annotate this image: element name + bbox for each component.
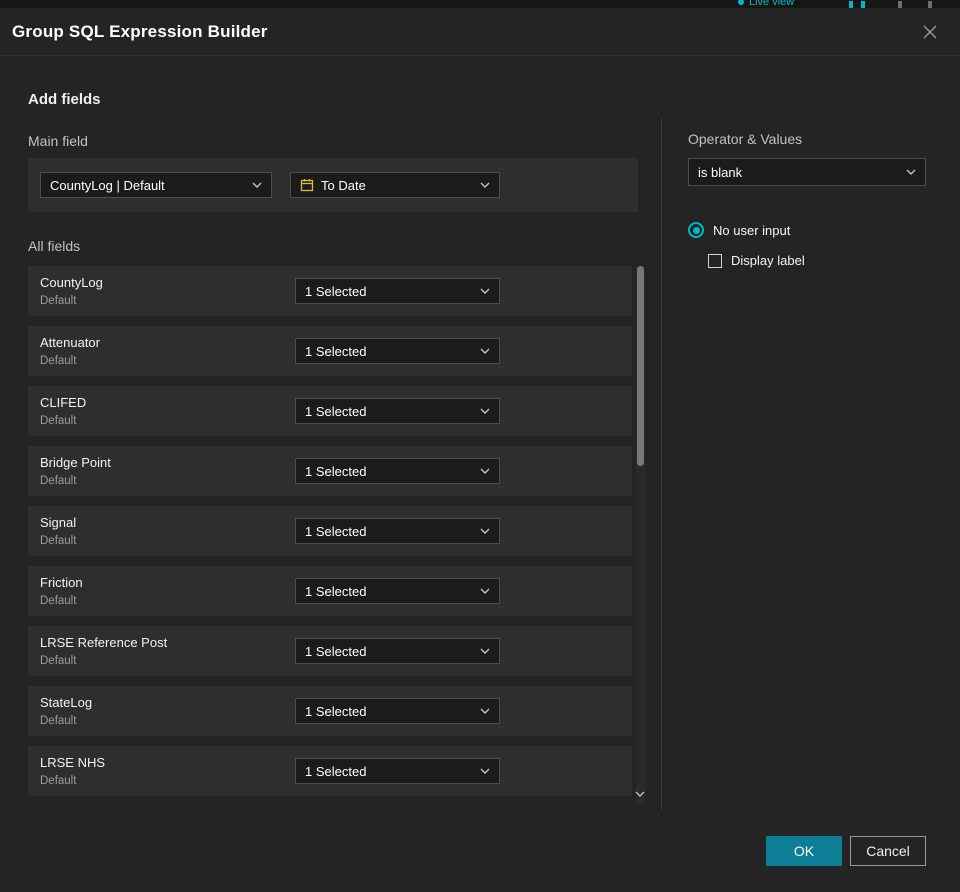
chevron-down-icon bbox=[480, 528, 490, 534]
toolbar-icon bbox=[861, 1, 865, 8]
live-view-label: Live view bbox=[749, 0, 795, 8]
selected-count-value: 1 Selected bbox=[305, 763, 367, 779]
operator-value: is blank bbox=[698, 164, 743, 180]
chevron-down-icon bbox=[480, 288, 490, 294]
field-subtitle: Default bbox=[40, 415, 77, 427]
field-subtitle: Default bbox=[40, 775, 77, 787]
selected-count-dropdown[interactable]: 1 Selected bbox=[295, 698, 500, 724]
selected-count-dropdown[interactable]: 1 Selected bbox=[295, 398, 500, 424]
field-subtitle: Default bbox=[40, 595, 77, 607]
toolbar-icon bbox=[898, 1, 902, 8]
cancel-button[interactable]: Cancel bbox=[850, 836, 926, 866]
field-row: Attenuator Default 1 Selected bbox=[28, 326, 632, 376]
field-row: CLIFED Default 1 Selected bbox=[28, 386, 632, 436]
chevron-down-icon bbox=[480, 468, 490, 474]
main-field-row: CountyLog | Default To Date bbox=[28, 158, 638, 212]
field-row: Bridge Point Default 1 Selected bbox=[28, 446, 632, 496]
field-row: Signal Default 1 Selected bbox=[28, 506, 632, 556]
field-name: CountyLog bbox=[40, 275, 103, 290]
selected-count-dropdown[interactable]: 1 Selected bbox=[295, 578, 500, 604]
toolbar-icon bbox=[849, 1, 853, 8]
field-name: Attenuator bbox=[40, 335, 100, 350]
main-field-date-value: To Date bbox=[321, 177, 366, 193]
field-row: LRSE Reference Post Default 1 Selected bbox=[28, 626, 632, 676]
live-view-indicator: Live view bbox=[738, 0, 794, 8]
main-field-label: Main field bbox=[28, 133, 88, 149]
selected-count-value: 1 Selected bbox=[305, 283, 367, 299]
selected-count-value: 1 Selected bbox=[305, 703, 367, 719]
group-sql-expression-builder-dialog: Group SQL Expression Builder Add fields … bbox=[0, 8, 960, 892]
chevron-down-icon bbox=[480, 182, 490, 188]
display-label-checkbox[interactable]: Display label bbox=[708, 253, 805, 268]
field-row: Friction Default 1 Selected bbox=[28, 566, 632, 616]
field-name: Bridge Point bbox=[40, 455, 111, 470]
selected-count-dropdown[interactable]: 1 Selected bbox=[295, 638, 500, 664]
field-name: StateLog bbox=[40, 695, 93, 710]
toolbar-icon bbox=[928, 1, 932, 8]
fields-list-scrollbar[interactable] bbox=[635, 266, 645, 806]
main-field-date-dropdown[interactable]: To Date bbox=[290, 172, 500, 198]
selected-count-value: 1 Selected bbox=[305, 403, 367, 419]
dialog-header: Group SQL Expression Builder bbox=[0, 8, 960, 56]
chevron-down-icon bbox=[480, 768, 490, 774]
field-subtitle: Default bbox=[40, 295, 77, 307]
chevron-down-icon bbox=[480, 648, 490, 654]
selected-count-dropdown[interactable]: 1 Selected bbox=[295, 758, 500, 784]
field-name: CLIFED bbox=[40, 395, 87, 410]
panel-divider bbox=[661, 118, 662, 810]
chevron-down-icon bbox=[252, 182, 262, 188]
calendar-icon bbox=[300, 178, 314, 192]
selected-count-dropdown[interactable]: 1 Selected bbox=[295, 278, 500, 304]
scrollbar-down-arrow-icon[interactable] bbox=[635, 784, 645, 802]
selected-count-value: 1 Selected bbox=[305, 643, 367, 659]
selected-count-value: 1 Selected bbox=[305, 523, 367, 539]
no-user-input-label: No user input bbox=[713, 222, 791, 238]
selected-count-value: 1 Selected bbox=[305, 343, 367, 359]
selected-count-dropdown[interactable]: 1 Selected bbox=[295, 458, 500, 484]
chevron-down-icon bbox=[480, 408, 490, 414]
chevron-down-icon bbox=[906, 169, 916, 175]
field-row: StateLog Default 1 Selected bbox=[28, 686, 632, 736]
dialog-title: Group SQL Expression Builder bbox=[12, 21, 268, 41]
add-fields-heading: Add fields bbox=[28, 91, 101, 108]
scrollbar-thumb[interactable] bbox=[637, 266, 644, 466]
field-name: LRSE NHS bbox=[40, 755, 106, 770]
chevron-down-icon bbox=[480, 708, 490, 714]
display-label-label: Display label bbox=[731, 253, 805, 268]
main-field-source-value: CountyLog | Default bbox=[50, 177, 165, 193]
ok-button[interactable]: OK bbox=[766, 836, 842, 866]
main-field-source-dropdown[interactable]: CountyLog | Default bbox=[40, 172, 272, 198]
selected-count-dropdown[interactable]: 1 Selected bbox=[295, 518, 500, 544]
operator-dropdown[interactable]: is blank bbox=[688, 158, 926, 186]
checkbox-unchecked-icon bbox=[708, 253, 722, 268]
no-user-input-radio[interactable]: No user input bbox=[688, 222, 790, 238]
radio-selected-icon bbox=[688, 222, 704, 238]
operator-values-label: Operator & Values bbox=[688, 131, 803, 147]
field-name: Friction bbox=[40, 575, 83, 590]
field-name: LRSE Reference Post bbox=[40, 635, 168, 650]
field-row: CountyLog Default 1 Selected bbox=[28, 266, 632, 316]
chevron-down-icon bbox=[480, 348, 490, 354]
field-subtitle: Default bbox=[40, 655, 77, 667]
field-subtitle: Default bbox=[40, 535, 77, 547]
app-toolbar-strip: Live view bbox=[0, 0, 960, 8]
selected-count-value: 1 Selected bbox=[305, 463, 367, 479]
field-row: LRSE NHS Default 1 Selected bbox=[28, 746, 632, 796]
field-name: Signal bbox=[40, 515, 77, 530]
all-fields-label: All fields bbox=[28, 238, 81, 254]
field-subtitle: Default bbox=[40, 355, 77, 367]
selected-count-dropdown[interactable]: 1 Selected bbox=[295, 338, 500, 364]
live-view-dot-icon bbox=[738, 0, 744, 5]
field-subtitle: Default bbox=[40, 475, 77, 487]
field-subtitle: Default bbox=[40, 715, 77, 727]
selected-count-value: 1 Selected bbox=[305, 583, 367, 599]
all-fields-list: CountyLog Default 1 Selected Attenuator … bbox=[28, 266, 632, 806]
close-icon[interactable] bbox=[918, 20, 942, 44]
chevron-down-icon bbox=[480, 588, 490, 594]
